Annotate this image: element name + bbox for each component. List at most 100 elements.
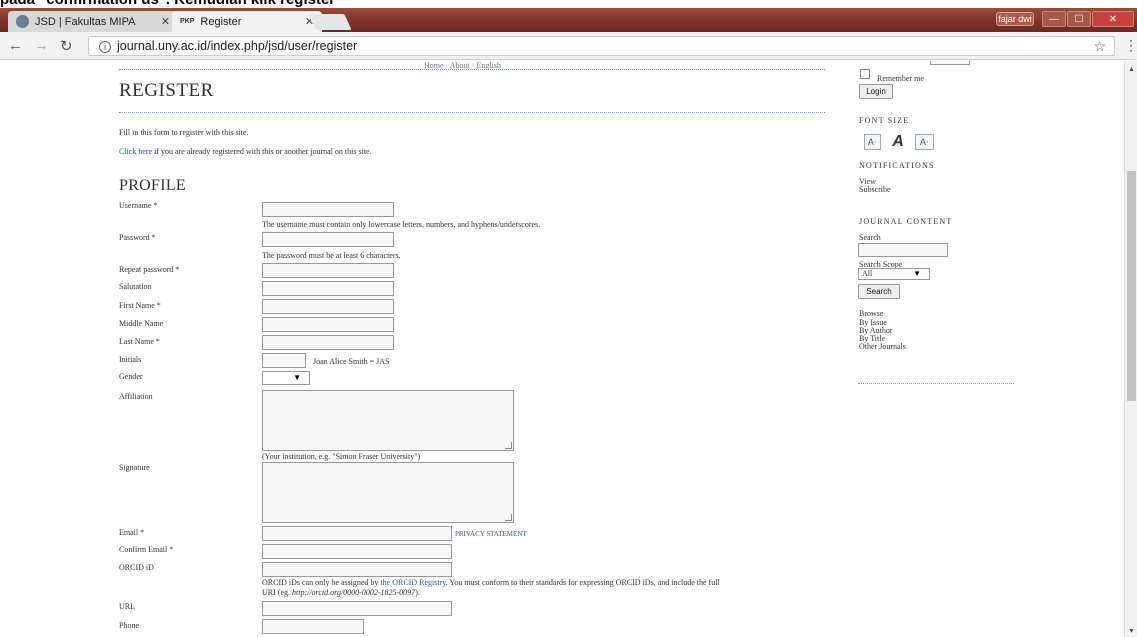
repeat-password-label: Repeat password * bbox=[119, 265, 180, 274]
salutation-label: Salutation bbox=[119, 282, 152, 291]
uny-logo-icon bbox=[16, 15, 29, 28]
username-input[interactable] bbox=[262, 202, 394, 217]
url-input[interactable]: i journal.uny.ac.id/index.php/jsd/user/re… bbox=[88, 36, 1115, 56]
reload-icon[interactable]: ↻ bbox=[60, 37, 73, 55]
phone-label: Phone bbox=[119, 621, 139, 630]
password-help: The password must be at least 6 characte… bbox=[262, 251, 401, 260]
sidebar-search-input[interactable] bbox=[858, 243, 948, 257]
font-larger-icon[interactable]: A⁺ bbox=[915, 134, 934, 150]
menu-dots-icon[interactable]: ⋮ bbox=[1124, 37, 1137, 54]
close-window-icon[interactable]: ✕ bbox=[1092, 11, 1134, 27]
chevron-down-icon: ▼ bbox=[293, 373, 301, 382]
initials-input[interactable] bbox=[262, 353, 306, 368]
username-label: Username * bbox=[119, 201, 158, 210]
login-hint-text: if you are already registered with this … bbox=[152, 147, 372, 156]
repeat-password-input[interactable] bbox=[262, 263, 394, 278]
font-size-heading: FONT SIZE bbox=[859, 116, 910, 125]
initials-help: Joan Alice Smith = JAS bbox=[313, 357, 390, 366]
first-name-label: First Name * bbox=[119, 301, 161, 310]
scrollbar-thumb[interactable] bbox=[1127, 171, 1136, 401]
browse-label: Browse bbox=[859, 309, 884, 318]
initials-label: Initials bbox=[119, 355, 142, 364]
maximize-icon[interactable]: ☐ bbox=[1067, 11, 1091, 27]
signature-textarea[interactable] bbox=[262, 462, 514, 523]
notifications-heading: NOTIFICATIONS bbox=[859, 161, 935, 170]
address-bar: ← → ↻ i journal.uny.ac.id/index.php/jsd/u… bbox=[0, 32, 1137, 60]
close-icon[interactable]: ✕ bbox=[161, 15, 170, 28]
password-mini-input[interactable] bbox=[930, 61, 970, 65]
orcid-label: ORCID iD bbox=[119, 563, 154, 572]
page-title: REGISTER bbox=[119, 80, 214, 101]
minimize-icon[interactable]: — bbox=[1042, 11, 1066, 27]
instruction-strip: pada "confirmation us". Kemudian klik re… bbox=[0, 0, 1137, 8]
middle-name-label: Middle Name bbox=[119, 319, 164, 328]
url-input[interactable] bbox=[262, 601, 452, 616]
chevron-down-icon: ▼ bbox=[913, 269, 921, 278]
remember-me-label: Remember me bbox=[877, 74, 924, 83]
url-text: journal.uny.ac.id/index.php/jsd/user/reg… bbox=[117, 39, 358, 53]
scope-value: All bbox=[862, 269, 873, 278]
last-name-input[interactable] bbox=[262, 335, 394, 350]
back-arrow-icon[interactable]: ← bbox=[8, 37, 23, 54]
section-title-profile: PROFILE bbox=[119, 177, 186, 194]
click-here-link[interactable]: Click here bbox=[119, 147, 152, 156]
confirm-email-label: Confirm Email * bbox=[119, 545, 174, 554]
last-name-label: Last Name * bbox=[119, 337, 160, 346]
new-tab-button[interactable] bbox=[308, 14, 352, 30]
signature-label: Signature bbox=[119, 463, 150, 472]
email-input[interactable] bbox=[262, 526, 452, 541]
password-label: Password * bbox=[119, 233, 156, 242]
intro-text: Fill in this form to register with this … bbox=[119, 128, 249, 137]
email-label: Email * bbox=[119, 528, 145, 537]
divider bbox=[119, 69, 825, 70]
first-name-input[interactable] bbox=[262, 299, 394, 314]
profile-badge[interactable]: fajar dwi bbox=[996, 12, 1034, 26]
orcid-input[interactable] bbox=[262, 562, 452, 577]
divider bbox=[119, 112, 825, 113]
gender-select[interactable]: ▼ bbox=[262, 371, 310, 385]
privacy-statement-link[interactable]: PRIVACY STATEMENT bbox=[455, 530, 527, 538]
info-icon[interactable]: i bbox=[99, 41, 111, 53]
font-smaller-icon[interactable]: A⁻ bbox=[864, 134, 881, 150]
other-journals-link[interactable]: Other Journals bbox=[859, 342, 906, 351]
search-scope-select[interactable]: All ▼ bbox=[858, 268, 930, 280]
scroll-down-icon[interactable]: ▼ bbox=[1128, 627, 1135, 635]
orcid-registry-link[interactable]: the ORCID Registry bbox=[380, 578, 445, 587]
vertical-scrollbar[interactable]: ▲ ▼ bbox=[1124, 61, 1137, 637]
tab-label: JSD | Fakultas MIPA bbox=[35, 15, 136, 28]
subscribe-link[interactable]: Subscribe bbox=[859, 185, 891, 194]
affiliation-textarea[interactable] bbox=[262, 390, 514, 451]
username-help: The username must contain only lowercase… bbox=[262, 220, 541, 229]
tab-register[interactable]: PKP Register ✕ bbox=[172, 11, 322, 32]
font-default-icon[interactable]: A bbox=[887, 134, 909, 150]
remember-me-checkbox[interactable] bbox=[860, 69, 870, 79]
orcid-help-text: ). bbox=[415, 588, 420, 597]
orcid-help-text: . You must conform to their standards fo… bbox=[445, 578, 720, 587]
password-input[interactable] bbox=[262, 232, 394, 247]
search-label: Search bbox=[859, 233, 881, 242]
pkp-logo-icon: PKP bbox=[180, 18, 195, 25]
salutation-input[interactable] bbox=[262, 281, 394, 296]
affiliation-help: (Your institution, e.g. "Simon Fraser Un… bbox=[262, 452, 421, 461]
tab-jsd[interactable]: JSD | Fakultas MIPA ✕ bbox=[8, 11, 178, 32]
orcid-help: ORCID iDs can only be assigned by the OR… bbox=[262, 578, 822, 598]
orcid-example: http://orcid.org/0000-0002-1825-0097 bbox=[292, 588, 416, 597]
phone-input[interactable] bbox=[262, 619, 364, 634]
url-label: URL bbox=[119, 602, 135, 611]
orcid-help-text: ORCID iDs can only be assigned by bbox=[262, 578, 381, 587]
affiliation-label: Affiliation bbox=[119, 392, 153, 401]
orcid-help-text: URI (eg. bbox=[262, 588, 292, 597]
page-content: Home · About · English REGISTER Fill in … bbox=[0, 61, 1137, 637]
journal-content-heading: JOURNAL CONTENT bbox=[859, 217, 953, 226]
forward-arrow-icon[interactable]: → bbox=[34, 37, 49, 54]
login-button[interactable]: Login bbox=[859, 84, 893, 99]
search-button[interactable]: Search bbox=[858, 284, 900, 299]
middle-name-input[interactable] bbox=[262, 317, 394, 332]
tab-label: Register bbox=[200, 15, 242, 28]
bookmark-star-icon[interactable]: ☆ bbox=[1093, 37, 1106, 55]
confirm-email-input[interactable] bbox=[262, 544, 452, 559]
scroll-up-icon[interactable]: ▲ bbox=[1128, 65, 1135, 73]
divider bbox=[858, 383, 1014, 384]
gender-label: Gender bbox=[119, 372, 143, 381]
browser-tab-bar: JSD | Fakultas MIPA ✕ PKP Register ✕ faj… bbox=[0, 8, 1137, 32]
